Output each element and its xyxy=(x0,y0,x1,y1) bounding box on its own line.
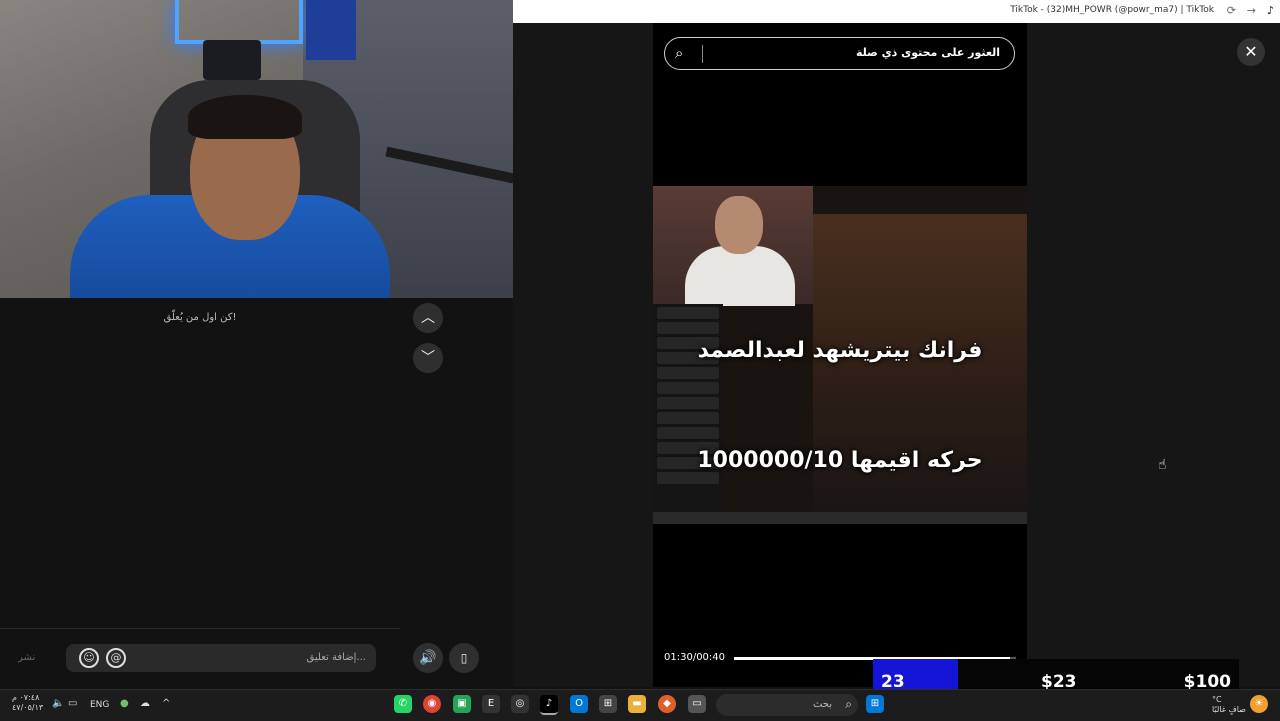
search-divider xyxy=(702,45,703,63)
search-text: العثور على محتوى ذي صلة xyxy=(855,46,1000,59)
streamer-hair xyxy=(188,95,302,139)
microphone-icon[interactable]: ● xyxy=(120,698,129,709)
tiktok-icon[interactable]: ♪ xyxy=(540,695,558,715)
video-person-shirt xyxy=(685,246,795,306)
taskbar-clock[interactable]: ٠٧:٤٨ م ٤٧/٠٥/١٣ xyxy=(12,693,43,713)
video-person-face xyxy=(715,196,763,254)
window-icon[interactable]: ▭ xyxy=(688,695,706,713)
chevron-up-icon: ︿ xyxy=(421,310,435,326)
weather-condition: صافٍ غالبًا xyxy=(1212,705,1246,714)
cloud-icon[interactable]: ☁ xyxy=(140,698,150,709)
start-icon[interactable]: ⊞ xyxy=(866,695,884,713)
video-webcam xyxy=(653,186,813,306)
steam-icon[interactable]: ◎ xyxy=(511,695,529,713)
wall-poster xyxy=(306,0,356,60)
divider xyxy=(0,628,400,629)
hand-cursor-icon: ☝ xyxy=(1158,457,1167,473)
forward-icon[interactable]: → xyxy=(1247,4,1256,17)
mini-player-button[interactable]: ▯ xyxy=(449,643,479,673)
close-icon: ✕ xyxy=(1244,42,1258,61)
taskbar-search[interactable]: بحث ⌕ xyxy=(716,694,858,716)
speaker-icon[interactable]: 🔈 xyxy=(52,698,64,709)
weather-temp: °C xyxy=(1212,695,1222,704)
refresh-icon[interactable]: ⟳ xyxy=(1227,4,1236,17)
video-caption-line2: حركه اقيمها 1000000/10 xyxy=(697,448,983,473)
tiktok-icon: ♪ xyxy=(1266,4,1274,17)
post-button[interactable]: نشر xyxy=(18,652,35,663)
volume-button[interactable]: 🔊 xyxy=(413,643,443,673)
video-caption-line1: فرانك بيتريشهد لعبدالصمد xyxy=(697,338,983,363)
whatsapp-icon[interactable]: ✆ xyxy=(394,695,412,713)
neon-sign xyxy=(175,0,303,44)
weather-widget[interactable]: °C صافٍ غالبًا xyxy=(1212,695,1246,715)
search-icon[interactable]: ⌕ xyxy=(675,44,683,62)
taskbar-search-placeholder: بحث xyxy=(812,699,832,710)
phone-icon: ▯ xyxy=(460,651,468,665)
wall-sign xyxy=(203,40,261,80)
comment-placeholder: إضافة تعليق... xyxy=(306,652,366,663)
webcam-video xyxy=(0,0,513,298)
chevron-up-icon[interactable]: ^ xyxy=(162,698,170,709)
mention-icon[interactable]: @ xyxy=(106,648,126,668)
folder-icon[interactable]: ▬ xyxy=(628,695,646,713)
comments-panel xyxy=(0,298,400,628)
chevron-down-icon: ﹀ xyxy=(421,350,435,366)
video-time: 01:30/00:40 xyxy=(664,652,726,663)
emoji-icon[interactable]: ☺ xyxy=(79,648,99,668)
language-indicator[interactable]: ENG xyxy=(90,700,109,710)
search-icon: ⌕ xyxy=(845,697,852,711)
epic-games-icon[interactable]: E xyxy=(482,695,500,713)
brave-icon[interactable]: ◆ xyxy=(658,695,676,713)
browser-title-bar: TikTok - (32)MH_POWR (@powr_ma7) | TikTo… xyxy=(513,0,1280,23)
outlook-icon[interactable]: O xyxy=(570,695,588,713)
comment-input[interactable]: ☺ @ إضافة تعليق... xyxy=(66,644,376,672)
speaker-icon: 🔊 xyxy=(419,650,437,666)
close-button[interactable]: ✕ xyxy=(1237,38,1265,66)
previous-video-button[interactable]: ︿ xyxy=(413,303,443,333)
chrome-icon[interactable]: ◉ xyxy=(423,695,441,713)
clock-time: ٠٧:٤٨ م xyxy=(12,693,40,702)
first-comment-prompt: كن اول من يُعلّق! xyxy=(163,312,237,323)
search-input[interactable]: ⌕ العثور على محتوى ذي صلة xyxy=(664,37,1015,70)
weather-icon: ☀ xyxy=(1250,695,1268,713)
app-icon[interactable]: ▣ xyxy=(453,695,471,713)
network-icon[interactable]: ▭ xyxy=(68,698,77,709)
next-video-button[interactable]: ﹀ xyxy=(413,343,443,373)
store-icon[interactable]: ⊞ xyxy=(599,695,617,713)
clock-date: ٤٧/٠٥/١٣ xyxy=(12,703,44,712)
video-frame-taskbar xyxy=(653,512,1027,524)
taskbar: ٠٧:٤٨ م ٤٧/٠٥/١٣ 🔈 ▭ ENG ● ☁ ^ ✆ ◉ ▣ E ◎… xyxy=(0,689,1280,721)
video-stream-sidebar xyxy=(653,304,723,514)
browser-title: TikTok - (32)MH_POWR (@powr_ma7) | TikTo… xyxy=(1010,5,1214,15)
